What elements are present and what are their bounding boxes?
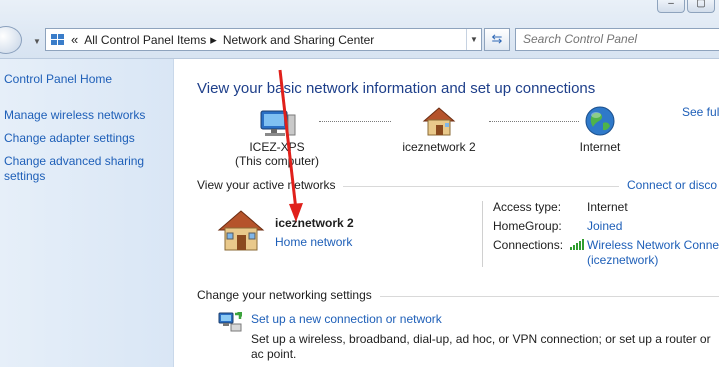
forward-button[interactable] — [0, 26, 22, 54]
access-type-value: Internet — [587, 200, 628, 214]
change-settings-header: Change your networking settings — [197, 288, 372, 302]
network-setup-icon — [218, 312, 242, 332]
breadcrumb-all-items[interactable]: All Control Panel Items — [84, 33, 206, 47]
signal-bars-icon — [570, 239, 584, 250]
computer-icon — [260, 110, 296, 136]
control-panel-icon — [51, 33, 65, 46]
recent-pages-dropdown-icon[interactable]: ▼ — [33, 37, 41, 46]
maximize-button[interactable]: ▢ — [687, 0, 715, 13]
breadcrumb-network-sharing[interactable]: Network and Sharing Center — [223, 33, 374, 47]
access-type-label: Access type: — [493, 200, 562, 214]
setup-connection-description: Set up a wireless, broadband, dial-up, a… — [251, 332, 711, 361]
breadcrumb-separator-icon[interactable]: ▸ — [210, 32, 217, 48]
connection-link-ssid[interactable]: (iceznetwork) — [587, 253, 658, 267]
sidebar-item-advanced-sharing-cont[interactable]: settings — [4, 169, 45, 184]
network-type-link[interactable]: Home network — [275, 235, 352, 249]
address-dropdown-icon[interactable]: ▼ — [466, 29, 481, 50]
address-bar[interactable]: « All Control Panel Items ▸ Network and … — [45, 28, 482, 51]
internet-node[interactable]: Internet — [560, 105, 640, 154]
computer-node[interactable]: ICEZ-XPS (This computer) — [232, 105, 322, 168]
connect-disconnect-link[interactable]: Connect or disco — [627, 178, 717, 192]
search-box[interactable] — [515, 28, 719, 51]
network-name: iceznetwork 2 — [402, 140, 476, 154]
sidebar-item-advanced-sharing[interactable]: Change advanced sharing — [4, 154, 144, 169]
setup-connection-link[interactable]: Set up a new connection or network — [251, 312, 442, 326]
sidebar-item-control-panel-home[interactable]: Control Panel Home — [4, 72, 112, 87]
active-networks-header: View your active networks — [197, 178, 336, 192]
house-icon — [217, 210, 265, 251]
main-content: View your basic network information and … — [174, 59, 719, 367]
computer-name: ICEZ-XPS — [249, 140, 305, 154]
divider — [380, 296, 719, 297]
search-input[interactable] — [516, 29, 713, 48]
active-network-name: iceznetwork 2 — [275, 216, 354, 230]
divider — [482, 201, 483, 267]
homegroup-link[interactable]: Joined — [587, 219, 622, 233]
internet-name: Internet — [579, 140, 621, 154]
window-controls: – ▢ — [657, 0, 715, 13]
minimize-button[interactable]: – — [657, 0, 685, 13]
connections-label: Connections: — [493, 238, 564, 252]
sidebar: Control Panel Home Manage wireless netwo… — [0, 59, 174, 367]
see-full-map-link[interactable]: See full — [682, 105, 719, 119]
network-node[interactable]: iceznetwork 2 — [389, 105, 489, 154]
computer-sub: (This computer) — [234, 154, 320, 168]
house-icon — [422, 107, 456, 136]
refresh-icon[interactable]: ⇆ — [484, 28, 510, 51]
breadcrumb-chevron-icon[interactable]: « — [71, 32, 78, 47]
sidebar-item-change-adapter[interactable]: Change adapter settings — [4, 131, 135, 146]
page-title: View your basic network information and … — [197, 80, 596, 97]
link-line — [319, 121, 391, 122]
window-chrome: – ▢ ▼ « All Control Panel Items ▸ Networ… — [0, 0, 719, 59]
divider — [343, 186, 619, 187]
connection-link[interactable]: Wireless Network Conne — [587, 238, 719, 252]
homegroup-label: HomeGroup: — [493, 219, 562, 233]
sidebar-item-manage-wireless[interactable]: Manage wireless networks — [4, 108, 145, 123]
globe-icon — [585, 106, 615, 136]
